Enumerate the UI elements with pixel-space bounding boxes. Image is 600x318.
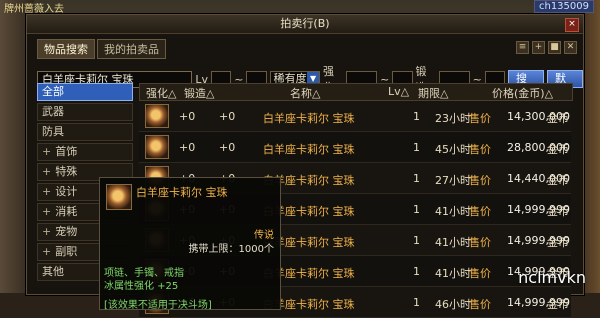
row-unit: 金币 [547,298,569,311]
table-row[interactable]: +0 +0 白羊座卡莉尔 宝珠 1 45小时 售价 28,800,000 金币 [139,132,571,163]
row-time: 46小时 [435,298,471,311]
category-label: 副职 [55,245,78,258]
header-price[interactable]: 价格(金币)△ [492,85,553,101]
row-qty: 1 [413,110,420,123]
close-icon[interactable]: × [565,18,579,32]
row-unit: 金币 [547,143,569,156]
category-label: 其他 [42,265,64,278]
expand-icon[interactable]: + [42,205,51,218]
row-unit: 金币 [547,112,569,125]
row-time: 41小时 [435,267,471,280]
category-label: 防具 [42,125,64,138]
window-title: 拍卖行(B) [280,17,330,30]
tab-my-auctions[interactable]: 我的拍卖品 [97,39,166,59]
row-qty: 1 [413,203,420,216]
row-sell-label: 售价 [469,236,491,249]
category-weapon[interactable]: 武器 [37,103,133,121]
expand-icon[interactable]: + [42,165,51,178]
expand-icon[interactable]: + [42,185,51,198]
orb-icon [145,104,169,128]
watermark: nclmvkn [518,268,586,287]
row-unit: 金币 [547,174,569,187]
item-tooltip: 白羊座卡莉尔 宝珠 传说 携带上限：1000个 项链、手镯、戒指 冰属性强化 +… [99,177,281,311]
row-qty: 1 [413,172,420,185]
expand-icon[interactable]: + [42,145,51,158]
header-lv[interactable]: Lv△ [388,85,409,98]
row-unit: 金币 [547,236,569,249]
row-time: 45小时 [435,143,471,156]
category-label: 特殊 [55,165,78,178]
tooltip-note: [该效果不适用于决斗场] [104,300,212,311]
row-qty: 1 [413,265,420,278]
row-qty: 1 [413,234,420,247]
row-sell-label: 售价 [469,174,491,187]
results-header: 强化△ 锻造△ 名称△ Lv△ 期限△ 价格(金币)△ [139,83,573,101]
header-enhance[interactable]: 强化△ [146,85,176,101]
close-small-icon[interactable]: ✕ [564,41,577,54]
category-label: 消耗 [55,205,78,218]
row-enhance: +0 [179,141,196,154]
category-label: 首饰 [55,145,78,158]
category-label: 武器 [42,105,64,118]
expand-icon[interactable]: + [42,245,51,258]
square-icon[interactable]: ■ [548,41,561,54]
tab-bar: 物品搜索 我的拍卖品 [37,39,166,59]
orb-icon [145,135,169,159]
row-forge: +0 [219,110,236,123]
row-time: 41小时 [435,236,471,249]
tooltip-effect: 冰属性强化 +25 [104,281,179,292]
row-qty: 1 [413,141,420,154]
row-time: 27小时 [435,174,471,187]
category-label: 设计 [55,185,78,198]
header-period[interactable]: 期限△ [418,85,448,101]
scene-top-text: 牌州蔷薇入去 [4,4,64,15]
row-time: 23小时 [435,112,471,125]
category-armor[interactable]: 防具 [37,123,133,141]
expand-icon[interactable]: + [42,225,51,238]
row-sell-label: 售价 [469,143,491,156]
row-sell-label: 售价 [469,298,491,311]
category-label: 全部 [42,85,64,98]
plus-icon[interactable]: + [532,41,545,54]
tooltip-rarity: 传说 [254,230,274,241]
list-icon[interactable]: ≡ [516,41,529,54]
category-accessory[interactable]: + 首饰 [37,143,133,161]
row-enhance: +0 [179,110,196,123]
category-label: 宠物 [55,225,78,238]
channel-badge: ch135009 [533,0,594,13]
auction-window: 拍卖行(B) × 物品搜索 我的拍卖品 ≡ + ■ ✕ 白羊座卡莉尔 宝珠 Lv… [26,14,584,318]
tooltip-limit: 携带上限：1000个 [188,244,274,255]
row-qty: 1 [413,296,420,309]
row-sell-label: 售价 [469,267,491,280]
header-name[interactable]: 名称△ [290,85,320,101]
window-titlebar[interactable]: 拍卖行(B) × [27,15,583,34]
row-time: 41小时 [435,205,471,218]
row-forge: +0 [219,141,236,154]
table-row[interactable]: +0 +0 白羊座卡莉尔 宝珠 1 23小时 售价 14,300,000 金币 [139,101,571,132]
header-forge[interactable]: 锻造△ [184,85,214,101]
window-tools: ≡ + ■ ✕ [516,41,577,54]
orb-icon [106,184,132,210]
row-sell-label: 售价 [469,205,491,218]
tooltip-item-name: 白羊座卡莉尔 宝珠 [136,186,228,199]
row-name: 白羊座卡莉尔 宝珠 [263,112,355,125]
row-sell-label: 售价 [469,112,491,125]
row-name: 白羊座卡莉尔 宝珠 [263,143,355,156]
tab-item-search[interactable]: 物品搜索 [37,39,95,59]
category-all[interactable]: 全部 [37,83,133,101]
row-unit: 金币 [547,205,569,218]
